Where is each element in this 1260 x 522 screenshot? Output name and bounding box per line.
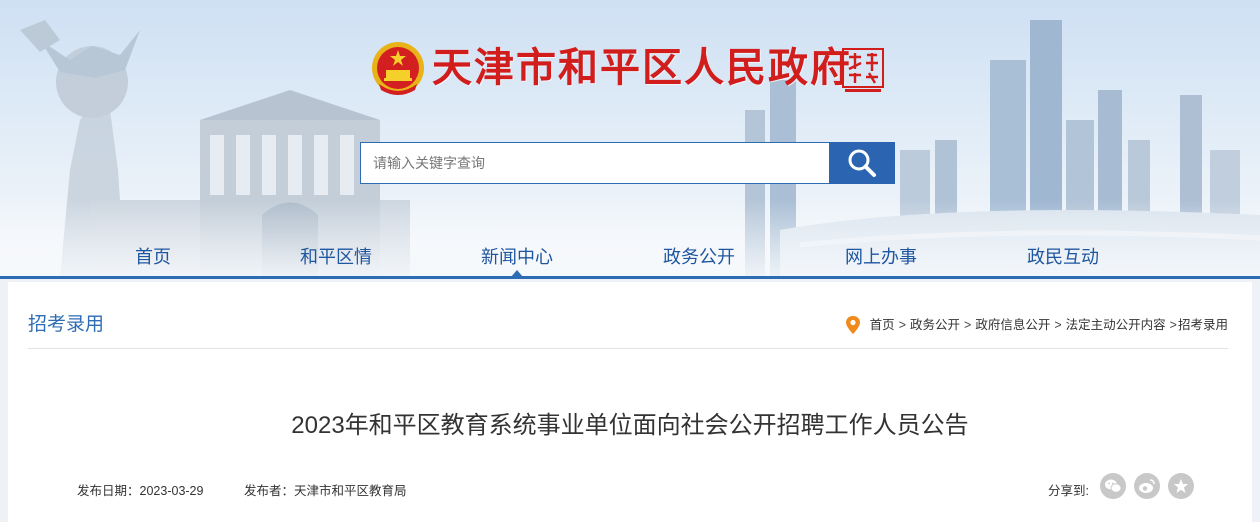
favorite-icon [1174, 479, 1188, 493]
breadcrumb-separator: > [1054, 318, 1062, 332]
publish-date-label: 发布日期： [77, 484, 140, 498]
article-title: 2023年和平区教育系统事业单位面向社会公开招聘工作人员公告 [291, 412, 969, 439]
breadcrumb: 首页 > 政务公开 > 政府信息公开 > 法定主动公开内容 > 招考录用 [845, 316, 1228, 334]
section-title: 招考录用 [28, 314, 105, 335]
publisher: 发布者：天津市和平区教育局 [244, 483, 407, 499]
search-box [360, 142, 830, 184]
breadcrumb-gov-info-disclosure[interactable]: 政府信息公开 [975, 316, 1050, 334]
site-title: 天津市和平区人民政府 [432, 46, 852, 90]
breadcrumb-recruitment[interactable]: 招考录用 [1178, 316, 1228, 334]
header-banner: 天津市和平区人民政府 首页 和平区情 新闻中心 政务公开 网上办事 政民互动 [0, 0, 1260, 278]
breadcrumb-home[interactable]: 首页 [870, 316, 895, 334]
publish-date: 发布日期：2023-03-29 [77, 483, 203, 499]
search-button[interactable] [829, 142, 895, 184]
nav-item-district-info[interactable]: 和平区情 [300, 244, 372, 270]
nav-item-home[interactable]: 首页 [135, 244, 171, 270]
nav-item-interaction[interactable]: 政民互动 [1027, 244, 1099, 270]
section-divider [28, 348, 1228, 349]
publisher-value: 天津市和平区教育局 [294, 484, 407, 498]
publish-date-value: 2023-03-29 [139, 484, 204, 498]
wechat-icon [1105, 479, 1122, 493]
share-wechat-button[interactable] [1100, 473, 1126, 499]
share-label: 分享到: [1048, 484, 1089, 498]
breadcrumb-separator: > [1169, 318, 1177, 332]
share-weibo-button[interactable] [1134, 473, 1160, 499]
nav-item-government-affairs[interactable]: 政务公开 [663, 244, 735, 270]
breadcrumb-separator: > [964, 318, 972, 332]
content-panel: 招考录用 首页 > 政务公开 > 政府信息公开 > 法定主动公开内容 > 招考录… [8, 282, 1252, 522]
location-pin-icon [845, 316, 860, 334]
share-favorite-button[interactable] [1168, 473, 1194, 499]
publisher-label: 发布者： [244, 484, 295, 498]
national-emblem-icon [372, 42, 424, 95]
nav-item-news-center[interactable]: 新闻中心 [481, 244, 553, 270]
weibo-icon [1139, 479, 1155, 493]
tianjin-seal-logo [842, 48, 884, 92]
search-icon [848, 149, 876, 177]
breadcrumb-statutory-disclosure[interactable]: 法定主动公开内容 [1066, 316, 1166, 334]
search-input[interactable] [361, 143, 829, 183]
main-nav: 首页 和平区情 新闻中心 政务公开 网上办事 政民互动 [0, 236, 1260, 276]
breadcrumb-government-affairs[interactable]: 政务公开 [910, 316, 960, 334]
nav-item-online-services[interactable]: 网上办事 [845, 244, 917, 270]
nav-underline [0, 276, 1260, 279]
breadcrumb-separator: > [898, 318, 906, 332]
